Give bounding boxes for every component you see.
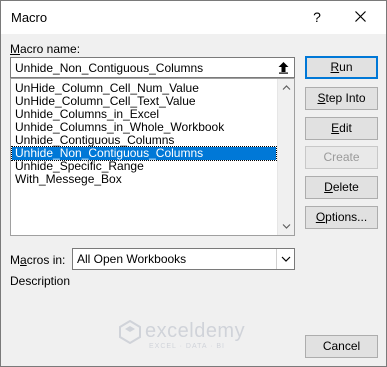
- macro-list[interactable]: UnHide_Column_Cell_Num_Value UnHide_Colu…: [10, 78, 295, 236]
- chevron-down-icon: [281, 256, 290, 262]
- macro-name-value: Unhide_Non_Contiguous_Columns: [15, 61, 204, 75]
- window-title: Macro: [11, 10, 48, 25]
- list-scrollbar[interactable]: [277, 79, 294, 235]
- macro-dialog: Macro ? Macro name: Unhide_Non_Contiguou…: [0, 0, 387, 367]
- cancel-button[interactable]: Cancel: [305, 335, 378, 358]
- title-bar: Macro ?: [1, 1, 386, 34]
- exceldemy-watermark: exceldemy EXCEL · DATA · BI: [119, 318, 279, 356]
- help-button[interactable]: ?: [304, 5, 330, 29]
- macro-name-label: Macro name:: [10, 42, 81, 56]
- macros-in-select[interactable]: All Open Workbooks: [72, 248, 295, 270]
- run-button[interactable]: Run: [305, 56, 378, 79]
- exceldemy-logo-icon: [119, 320, 141, 344]
- dropdown-button[interactable]: [276, 249, 294, 269]
- chevron-up-icon: [282, 85, 290, 90]
- macros-in-label: Macros in:: [10, 253, 66, 267]
- options-button[interactable]: Options...: [305, 206, 378, 229]
- create-button[interactable]: Create: [305, 146, 378, 169]
- macro-name-input[interactable]: Unhide_Non_Contiguous_Columns: [10, 57, 295, 78]
- watermark-brand: exceldemy: [145, 320, 246, 342]
- watermark-tagline: EXCEL · DATA · BI: [149, 343, 225, 350]
- arrow-up-icon: [278, 62, 289, 74]
- close-icon: [354, 11, 366, 22]
- select-upload-button[interactable]: [276, 60, 291, 75]
- chevron-down-icon: [282, 224, 290, 229]
- scroll-down-button[interactable]: [278, 218, 294, 235]
- edit-button[interactable]: Edit: [305, 117, 378, 140]
- step-into-button[interactable]: Step Into: [305, 87, 378, 110]
- list-item[interactable]: With_Messege_Box: [12, 173, 276, 186]
- close-button[interactable]: [347, 5, 373, 29]
- macros-in-value: All Open Workbooks: [77, 252, 187, 266]
- delete-button[interactable]: Delete: [305, 176, 378, 199]
- description-label: Description: [10, 274, 71, 288]
- scroll-up-button[interactable]: [278, 79, 294, 96]
